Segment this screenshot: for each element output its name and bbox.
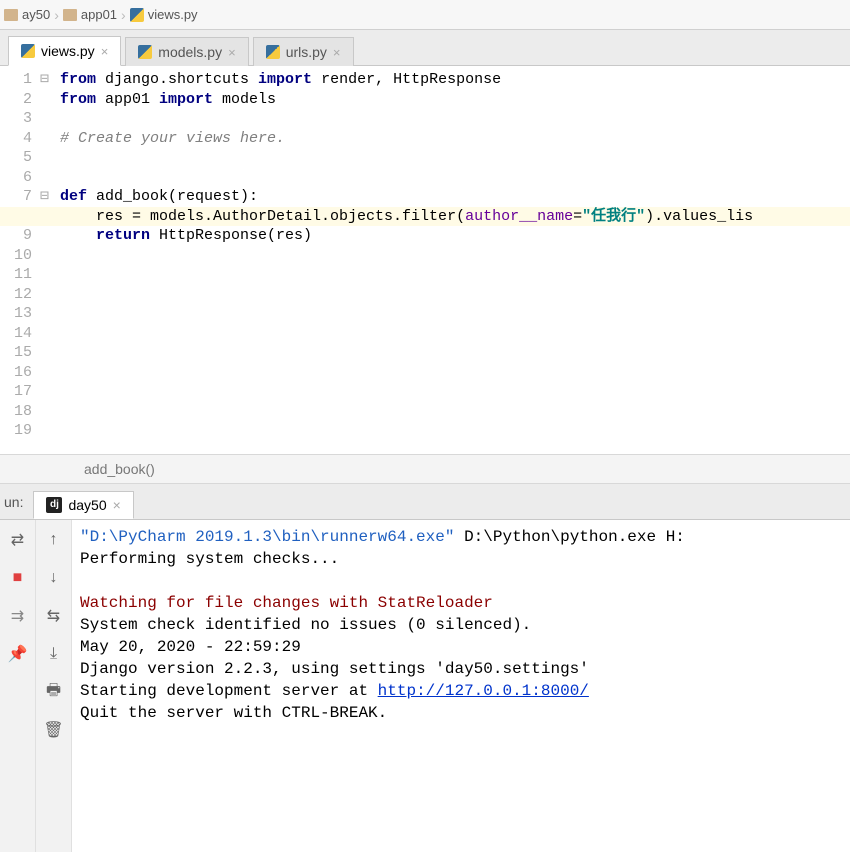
code-area[interactable]: from django.shortcuts import render, Htt… bbox=[58, 66, 850, 454]
python-file-icon bbox=[266, 45, 280, 59]
console-text: Quit the server with CTRL-BREAK. bbox=[80, 704, 387, 722]
console-warn: Watching for file changes with StatReloa… bbox=[80, 594, 493, 612]
breadcrumb: ay50 › app01 › views.py bbox=[0, 0, 850, 30]
tab-label: views.py bbox=[41, 43, 95, 59]
print-icon[interactable]: 🖶 bbox=[42, 680, 66, 704]
console-text: System check identified no issues (0 sil… bbox=[80, 616, 531, 634]
nav-status-bar[interactable]: add_book() bbox=[0, 454, 850, 484]
tab-models[interactable]: models.py × bbox=[125, 37, 248, 66]
debug-icon[interactable]: ⇉ bbox=[6, 604, 30, 628]
folder-icon bbox=[63, 9, 77, 21]
console-path: "D:\PyCharm 2019.1.3\bin\runnerw64.exe" bbox=[80, 528, 454, 546]
rerun-icon[interactable]: ⇄ bbox=[6, 528, 30, 552]
console-area: ⇄ ■ ⇉ 📌 ↑ ↓ ⇆ ⤓ 🖶 🗑 "D:\PyCharm 2019.1.3… bbox=[0, 520, 850, 852]
crumb-root[interactable]: ay50 bbox=[4, 7, 50, 22]
chevron-right-icon: › bbox=[119, 7, 128, 23]
trash-icon[interactable]: 🗑 bbox=[42, 718, 66, 742]
line-gutter: 12345678910111213141516171819 bbox=[0, 66, 40, 454]
close-icon[interactable]: × bbox=[228, 45, 236, 60]
close-icon[interactable]: × bbox=[101, 44, 109, 59]
python-file-icon bbox=[138, 45, 152, 59]
folder-icon bbox=[4, 9, 18, 21]
console-text: Django version 2.2.3, using settings 'da… bbox=[80, 660, 589, 678]
run-tab[interactable]: dj day50 × bbox=[33, 491, 133, 519]
up-arrow-icon[interactable]: ↑ bbox=[42, 528, 66, 552]
close-icon[interactable]: × bbox=[113, 497, 121, 513]
pin-icon[interactable]: 📌 bbox=[6, 642, 30, 666]
console-link[interactable]: http://127.0.0.1:8000/ bbox=[378, 682, 589, 700]
down-arrow-icon[interactable]: ↓ bbox=[42, 566, 66, 590]
console-text: Performing system checks... bbox=[80, 550, 339, 568]
python-file-icon bbox=[130, 8, 144, 22]
console-text: D:\Python\python.exe H: bbox=[454, 528, 684, 546]
tab-label: models.py bbox=[158, 44, 222, 60]
console-mid-toolbar: ↑ ↓ ⇆ ⤓ 🖶 🗑 bbox=[36, 520, 72, 852]
tab-label: urls.py bbox=[286, 44, 327, 60]
console-output[interactable]: "D:\PyCharm 2019.1.3\bin\runnerw64.exe" … bbox=[72, 520, 850, 852]
code-editor[interactable]: 12345678910111213141516171819 ⊟ ⊟ from d… bbox=[0, 66, 850, 454]
nav-status-label: add_book() bbox=[84, 461, 155, 477]
tab-urls[interactable]: urls.py × bbox=[253, 37, 354, 66]
django-icon: dj bbox=[46, 497, 62, 513]
python-file-icon bbox=[21, 44, 35, 58]
run-header: un: dj day50 × bbox=[0, 484, 850, 520]
scroll-to-end-icon[interactable]: ⤓ bbox=[42, 642, 66, 666]
crumb-file[interactable]: views.py bbox=[130, 7, 198, 22]
run-label: un: bbox=[4, 494, 23, 510]
tab-views[interactable]: views.py × bbox=[8, 36, 121, 66]
console-left-toolbar: ⇄ ■ ⇉ 📌 bbox=[0, 520, 36, 852]
console-text: Starting development server at bbox=[80, 682, 378, 700]
console-text: May 20, 2020 - 22:59:29 bbox=[80, 638, 301, 656]
stop-icon[interactable]: ■ bbox=[6, 566, 30, 590]
fold-column[interactable]: ⊟ ⊟ bbox=[40, 66, 58, 454]
run-tab-label: day50 bbox=[68, 497, 106, 513]
crumb-file-label: views.py bbox=[148, 7, 198, 22]
crumb-dir[interactable]: app01 bbox=[63, 7, 117, 22]
crumb-root-label: ay50 bbox=[22, 7, 50, 22]
crumb-dir-label: app01 bbox=[81, 7, 117, 22]
chevron-right-icon: › bbox=[52, 7, 61, 23]
close-icon[interactable]: × bbox=[333, 45, 341, 60]
editor-tabbar: views.py × models.py × urls.py × bbox=[0, 30, 850, 66]
soft-wrap-icon[interactable]: ⇆ bbox=[42, 604, 66, 628]
